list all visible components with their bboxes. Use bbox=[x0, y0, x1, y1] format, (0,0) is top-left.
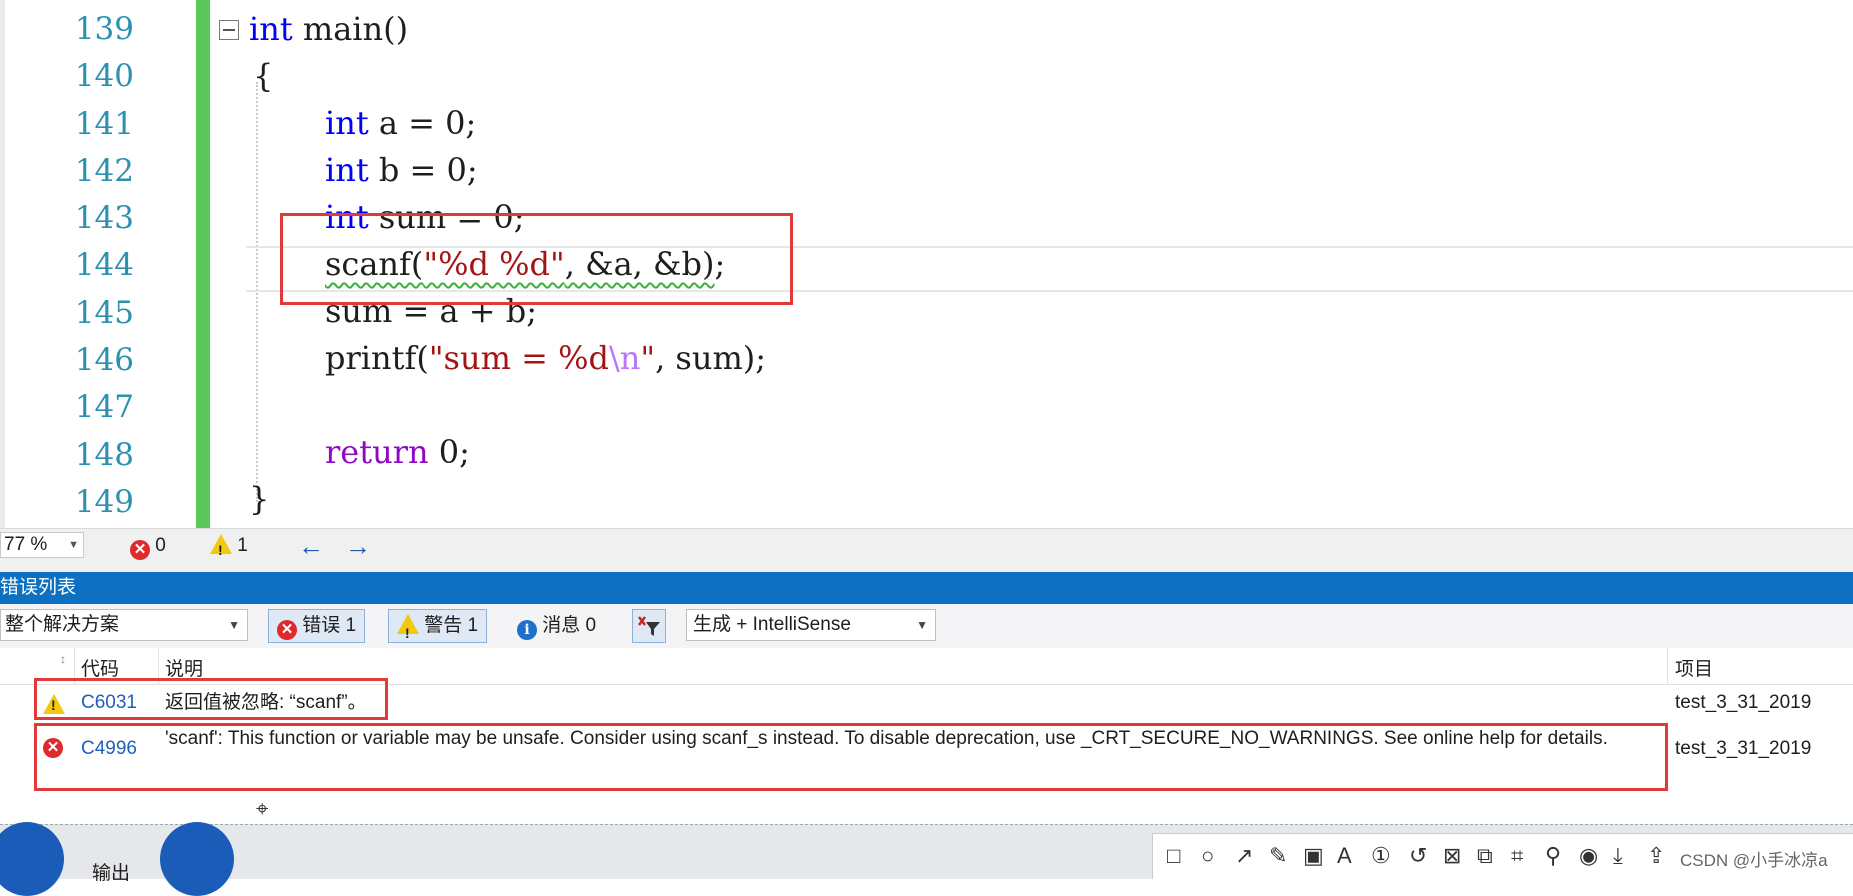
crop-icon[interactable]: ⊠ bbox=[1443, 844, 1461, 868]
watermark: CSDN @小手冰凉a bbox=[1680, 851, 1828, 870]
download-icon[interactable]: ⤓ bbox=[1613, 844, 1623, 868]
highlight-box-c4996 bbox=[34, 723, 1668, 791]
line-number: 144 bbox=[74, 247, 134, 284]
error-list-title: 错误列表 bbox=[0, 572, 1853, 604]
code-editor[interactable]: 139 140 141 142 143 144 145 146 147 148 … bbox=[0, 0, 1853, 528]
line-number: 147 bbox=[74, 389, 134, 426]
column-description[interactable]: 说明 bbox=[165, 654, 203, 681]
circle-icon[interactable]: ○ bbox=[1201, 844, 1214, 868]
warning-count[interactable]: 1 bbox=[210, 533, 248, 563]
code-line-146: printf("sum = %d\n", sum); bbox=[325, 339, 767, 377]
info-icon: i bbox=[517, 620, 537, 640]
filter-messages-button[interactable]: i 消息 0 bbox=[508, 609, 605, 643]
code-line-142: int b = 0; bbox=[325, 151, 478, 189]
error-count[interactable]: ✕ 0 bbox=[130, 533, 166, 560]
change-tracking-bar bbox=[196, 0, 210, 528]
number-icon[interactable]: ① bbox=[1371, 844, 1391, 868]
share-icon[interactable]: ⇪ bbox=[1647, 844, 1665, 868]
line-number: 146 bbox=[74, 342, 134, 379]
line-numbers: 139 140 141 142 143 144 145 146 147 148 … bbox=[0, 6, 134, 526]
error-description: 返回值被忽略: “scanf”。 bbox=[165, 692, 367, 713]
error-icon: ✕ bbox=[130, 540, 150, 560]
code-line-139: int main() bbox=[249, 10, 409, 48]
line-number: 140 bbox=[74, 58, 134, 95]
pencil-icon[interactable]: ✎ bbox=[1269, 844, 1287, 868]
error-icon: ✕ bbox=[277, 620, 297, 640]
code-line-148: return 0; bbox=[325, 433, 470, 471]
line-number: 141 bbox=[74, 105, 134, 142]
arrow-right-icon[interactable]: → bbox=[345, 529, 371, 563]
chevron-down-icon: ▼ bbox=[228, 618, 240, 632]
error-list-toolbar: 整个解决方案▼ ✕ 错误 1 警告 1 i 消息 0 生成 + IntelliS… bbox=[0, 604, 1853, 649]
error-project: test_3_31_2019 bbox=[1675, 738, 1812, 759]
pin-icon[interactable]: ⚲ bbox=[1545, 844, 1561, 868]
tab-output[interactable]: 输出 bbox=[92, 858, 130, 885]
line-number: 143 bbox=[74, 200, 134, 237]
hand-icon[interactable] bbox=[160, 822, 234, 896]
line-number: 145 bbox=[74, 294, 134, 331]
chevron-down-icon: ▼ bbox=[916, 618, 928, 632]
column-code[interactable]: 代码 bbox=[81, 654, 119, 681]
arrow-icon[interactable]: ↗ bbox=[1235, 844, 1253, 868]
highlight-box-scanf bbox=[280, 213, 793, 305]
splitter[interactable] bbox=[0, 562, 1853, 572]
ocr-icon[interactable]: ⌗ bbox=[1511, 844, 1523, 868]
arrow-left-icon[interactable]: ← bbox=[298, 529, 324, 563]
text-icon[interactable]: A bbox=[1337, 844, 1352, 868]
sort-indicator-icon: ↕ bbox=[60, 652, 66, 666]
rectangle-icon[interactable]: □ bbox=[1167, 844, 1180, 868]
warning-icon bbox=[210, 534, 232, 563]
column-project[interactable]: 项目 bbox=[1675, 654, 1713, 681]
line-number: 142 bbox=[74, 152, 134, 189]
undo-icon[interactable]: ↺ bbox=[1409, 844, 1427, 868]
scope-select[interactable]: 整个解决方案 ▼ bbox=[0, 609, 248, 641]
mosaic-icon[interactable]: ▣ bbox=[1303, 844, 1324, 868]
filter-errors-button[interactable]: ✕ 错误 1 bbox=[268, 609, 366, 643]
filter-warnings-button[interactable]: 警告 1 bbox=[388, 609, 488, 649]
crosshair-cursor-icon: ⌖ bbox=[256, 796, 269, 821]
line-number: 149 bbox=[74, 483, 134, 520]
indent-guide bbox=[256, 82, 258, 502]
collapse-toggle-icon[interactable] bbox=[219, 20, 239, 40]
code-line-141: int a = 0; bbox=[325, 104, 477, 142]
line-number: 139 bbox=[74, 11, 134, 47]
error-list-table: ↕ 代码 说明 项目 C6031 返回值被忽略: “scanf”。 test_3… bbox=[0, 648, 1853, 824]
line-number: 148 bbox=[74, 436, 134, 473]
chevron-down-icon: ▼ bbox=[68, 539, 79, 551]
code-line-140: { bbox=[253, 57, 274, 95]
zoom-select[interactable]: 77 % ▼ bbox=[0, 532, 84, 558]
editor-status-bar: 77 %▼ ✕ 0 1 ← → bbox=[0, 528, 1853, 563]
highlight-box-c6031 bbox=[34, 678, 388, 720]
translate-icon[interactable]: ⧉ bbox=[1477, 844, 1493, 868]
clear-filter-icon[interactable] bbox=[632, 609, 666, 643]
error-project: test_3_31_2019 bbox=[1675, 692, 1812, 713]
record-icon[interactable]: ◉ bbox=[1579, 844, 1598, 868]
source-select[interactable]: 生成 + IntelliSense ▼ bbox=[686, 609, 936, 641]
code-line-149: } bbox=[249, 480, 270, 518]
warning-icon bbox=[397, 614, 419, 649]
